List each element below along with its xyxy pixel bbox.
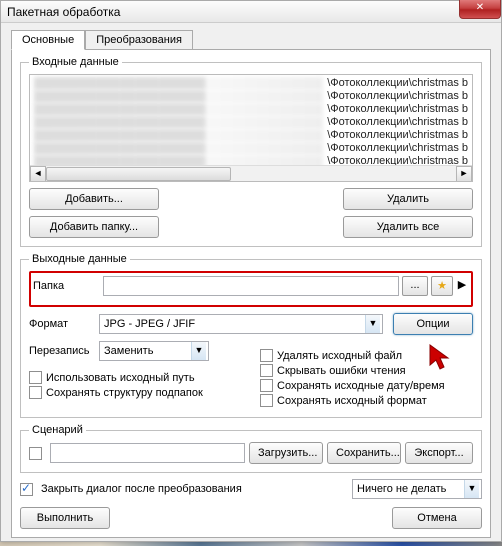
horizontal-scrollbar[interactable]: ◄ ► — [30, 165, 472, 181]
on-finish-value: Ничего не делать — [357, 483, 446, 495]
file-row-blurred: ██████████████████████ — [34, 90, 323, 103]
scroll-thumb[interactable] — [46, 167, 231, 181]
file-row-path: \Фотоколлекции\christmas b — [323, 90, 468, 103]
legend-output: Выходные данные — [29, 253, 130, 265]
cb-delete-src[interactable] — [260, 349, 273, 362]
cb-hide-read-err-label: Скрывать ошибки чтения — [277, 365, 406, 377]
tab-main[interactable]: Основные — [11, 30, 85, 50]
fieldset-scenario: Сценарий Загрузить... Сохранить... Экспо… — [20, 424, 482, 473]
cb-keep-subfolders[interactable] — [29, 386, 42, 399]
delete-all-button[interactable]: Удалить все — [343, 216, 473, 238]
add-folder-button[interactable]: Добавить папку... — [29, 216, 159, 238]
chevron-down-icon: ▼ — [464, 480, 479, 498]
highlight-box: Папка ... ★ ▶ — [29, 271, 473, 307]
close-after-label: Закрыть диалог после преобразования — [41, 483, 242, 495]
scroll-right-icon[interactable]: ► — [456, 166, 472, 182]
legend-scenario: Сценарий — [29, 424, 86, 436]
file-row-path: \Фотоколлекции\christmas b — [323, 116, 468, 129]
file-row-path: \Фотоколлекции\christmas b — [323, 129, 468, 142]
folder-label: Папка — [33, 280, 103, 292]
format-select[interactable]: JPG - JPEG / JFIF ▼ — [99, 314, 383, 334]
cb-use-src-path-label: Использовать исходный путь — [46, 372, 195, 384]
cb-hide-read-err[interactable] — [260, 364, 273, 377]
folder-menu-arrow[interactable]: ▶ — [455, 276, 469, 296]
run-button[interactable]: Выполнить — [20, 507, 110, 529]
cb-delete-src-label: Удалять исходный файл — [277, 350, 402, 362]
file-row-blurred: ██████████████████████ — [34, 103, 323, 116]
tabs: Основные Преобразования — [11, 29, 491, 49]
file-list-row[interactable]: ██████████████████████\Фотоколлекции\chr… — [34, 90, 468, 103]
file-row-path: \Фотоколлекции\christmas b — [323, 142, 468, 155]
batch-dialog: Пакетная обработка ✕ Основные Преобразов… — [0, 0, 502, 542]
cb-keep-datetime[interactable] — [260, 379, 273, 392]
file-row-path: \Фотоколлекции\christmas b — [323, 77, 468, 90]
fieldset-input: Входные данные ██████████████████████\Фо… — [20, 56, 482, 247]
scenario-checkbox[interactable] — [29, 447, 42, 460]
fieldset-output: Выходные данные Папка ... ★ ▶ Формат JPG… — [20, 253, 482, 418]
cb-keep-format-label: Сохранять исходный формат — [277, 395, 427, 407]
on-finish-select[interactable]: Ничего не делать ▼ — [352, 479, 482, 499]
close-after-checkbox[interactable] — [20, 483, 33, 496]
favorite-button[interactable]: ★ — [431, 276, 453, 296]
add-button[interactable]: Добавить... — [29, 188, 159, 210]
tab-panel: Входные данные ██████████████████████\Фо… — [11, 49, 491, 538]
file-row-blurred: ██████████████████████ — [34, 116, 323, 129]
scenario-input[interactable] — [50, 443, 245, 463]
folder-input[interactable] — [103, 276, 399, 296]
format-label: Формат — [29, 318, 99, 330]
tab-transform[interactable]: Преобразования — [85, 30, 193, 50]
cb-keep-datetime-label: Сохранять исходные дату/время — [277, 380, 445, 392]
format-value: JPG - JPEG / JFIF — [104, 318, 195, 330]
file-list[interactable]: ██████████████████████\Фотоколлекции\chr… — [29, 74, 473, 182]
scroll-track[interactable] — [46, 166, 456, 182]
cancel-button[interactable]: Отмена — [392, 507, 482, 529]
scenario-load-button[interactable]: Загрузить... — [249, 442, 323, 464]
file-list-row[interactable]: ██████████████████████\Фотоколлекции\chr… — [34, 142, 468, 155]
window-title: Пакетная обработка — [7, 5, 120, 19]
file-list-row[interactable]: ██████████████████████\Фотоколлекции\chr… — [34, 77, 468, 90]
close-button[interactable]: ✕ — [459, 0, 501, 19]
file-row-path: \Фотоколлекции\christmas b — [323, 103, 468, 116]
file-row-blurred: ██████████████████████ — [34, 77, 323, 90]
scroll-left-icon[interactable]: ◄ — [30, 166, 46, 182]
chevron-down-icon: ▼ — [365, 315, 380, 333]
scenario-save-button[interactable]: Сохранить... — [327, 442, 401, 464]
file-list-row[interactable]: ██████████████████████\Фотоколлекции\chr… — [34, 103, 468, 116]
file-list-row[interactable]: ██████████████████████\Фотоколлекции\chr… — [34, 129, 468, 142]
titlebar: Пакетная обработка ✕ — [1, 1, 501, 23]
cb-keep-format[interactable] — [260, 394, 273, 407]
scenario-export-button[interactable]: Экспорт... — [405, 442, 473, 464]
delete-button[interactable]: Удалить — [343, 188, 473, 210]
legend-input: Входные данные — [29, 56, 122, 68]
browse-button[interactable]: ... — [402, 276, 428, 296]
cb-keep-subfolders-label: Сохранять структуру подпапок — [46, 387, 203, 399]
cb-use-src-path[interactable] — [29, 371, 42, 384]
file-list-row[interactable]: ██████████████████████\Фотоколлекции\chr… — [34, 116, 468, 129]
file-row-blurred: ██████████████████████ — [34, 142, 323, 155]
file-row-blurred: ██████████████████████ — [34, 129, 323, 142]
options-button[interactable]: Опции — [393, 313, 473, 335]
